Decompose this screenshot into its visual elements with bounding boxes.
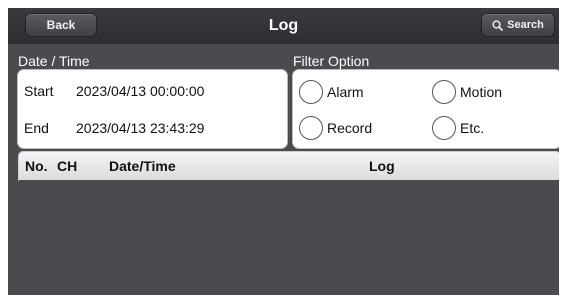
log-screen: Back Log Search Date / Time Filter Optio…: [8, 8, 559, 295]
filter-panel: Alarm Motion Record Etc.: [293, 70, 559, 148]
filter-option-alarm[interactable]: Alarm: [299, 78, 364, 106]
top-bar: Back Log Search: [8, 8, 559, 44]
alarm-radio[interactable]: [299, 80, 323, 104]
motion-label: Motion: [460, 84, 503, 100]
log-table-body[interactable]: [19, 180, 559, 295]
column-header-no: No.: [25, 158, 48, 174]
column-header-log: Log: [369, 158, 395, 174]
alarm-label: Alarm: [327, 84, 364, 100]
end-row[interactable]: End 2023/04/13 23:43:29: [18, 113, 287, 143]
datetime-panel: Start 2023/04/13 00:00:00 End 2023/04/13…: [18, 70, 287, 148]
start-value[interactable]: 2023/04/13 00:00:00: [76, 83, 204, 99]
column-header-datetime: Date/Time: [109, 158, 176, 174]
etc-radio[interactable]: [432, 116, 456, 140]
filter-option-record[interactable]: Record: [299, 114, 372, 142]
etc-label: Etc.: [460, 120, 485, 136]
datetime-section-label: Date / Time: [18, 53, 90, 69]
search-button-label: Search: [507, 19, 544, 31]
end-value[interactable]: 2023/04/13 23:43:29: [76, 120, 204, 136]
start-row[interactable]: Start 2023/04/13 00:00:00: [18, 76, 287, 106]
back-button[interactable]: Back: [26, 14, 96, 36]
search-button[interactable]: Search: [482, 14, 554, 36]
search-icon: [492, 19, 503, 31]
end-key: End: [24, 120, 49, 136]
filter-option-etc[interactable]: Etc.: [432, 114, 484, 142]
record-radio[interactable]: [299, 116, 323, 140]
record-label: Record: [327, 120, 373, 136]
back-button-label: Back: [46, 18, 76, 32]
filter-section-label: Filter Option: [293, 53, 370, 69]
column-header-ch: CH: [57, 158, 78, 174]
motion-radio[interactable]: [432, 80, 456, 104]
filter-option-motion[interactable]: Motion: [432, 78, 502, 106]
log-table-header: No. CH Date/Time Log: [19, 152, 559, 180]
start-key: Start: [24, 83, 54, 99]
